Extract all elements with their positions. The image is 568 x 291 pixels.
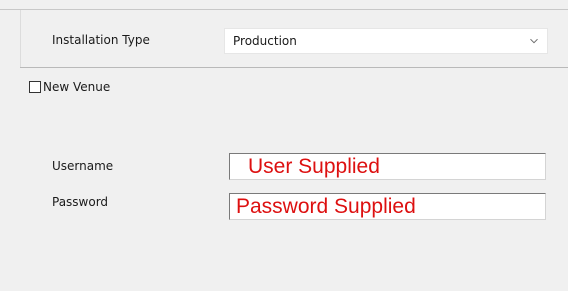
chevron-down-icon[interactable]	[530, 37, 538, 45]
password-label: Password	[52, 195, 109, 209]
username-label: Username	[52, 159, 114, 173]
section-divider	[20, 67, 568, 68]
installation-type-select[interactable]: Production	[224, 28, 548, 54]
installation-type-label: Installation Type	[52, 33, 150, 47]
new-venue-label[interactable]: New Venue	[43, 80, 110, 94]
top-divider	[0, 9, 568, 10]
username-value: User Supplied	[248, 155, 380, 178]
group-left-border	[20, 10, 21, 67]
password-field[interactable]: Password Supplied	[229, 193, 546, 220]
password-value: Password Supplied	[236, 195, 416, 218]
installation-type-value: Production	[233, 34, 297, 48]
new-venue-checkbox[interactable]	[29, 81, 41, 93]
username-field[interactable]: User Supplied	[229, 153, 546, 180]
